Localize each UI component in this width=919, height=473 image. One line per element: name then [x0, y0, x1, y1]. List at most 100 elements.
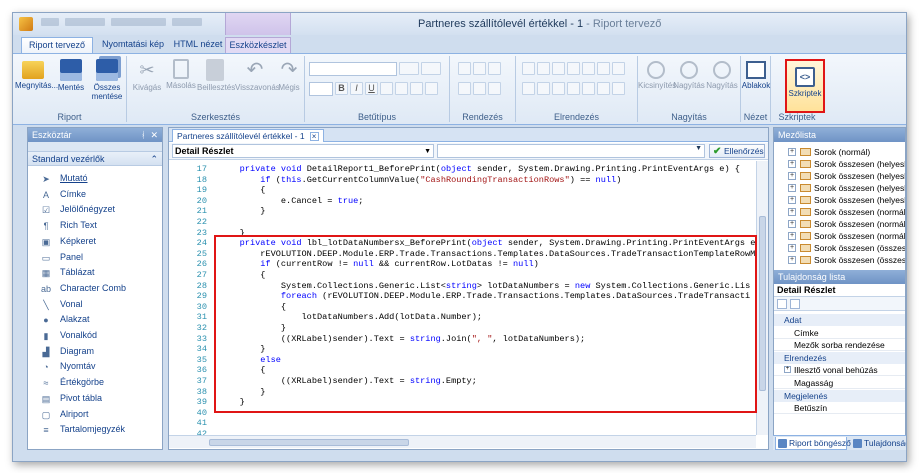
layout-tool-1-icon[interactable]: [522, 62, 535, 75]
layout-tool-3-icon[interactable]: [552, 62, 565, 75]
justify-icon[interactable]: [425, 82, 438, 95]
toolbox-scroll-up[interactable]: [28, 142, 162, 152]
property-row[interactable]: Címke: [774, 327, 905, 339]
copy-button[interactable]: Másolás: [163, 59, 199, 105]
layout-tool-12-icon[interactable]: [582, 82, 595, 95]
tab-nyomtatasi-kep[interactable]: Nyomtatási kép: [97, 37, 169, 53]
object-select[interactable]: Detail Részlet ▼: [172, 144, 434, 158]
toolbox-item[interactable]: ▭ Panel: [28, 250, 162, 265]
layout-tool-10-icon[interactable]: [552, 82, 565, 95]
app-logo-icon[interactable]: [19, 17, 33, 31]
scripts-button[interactable]: <> Szkriptek: [785, 59, 825, 113]
layout-tool-13-icon[interactable]: [597, 82, 610, 95]
toolbox-item[interactable]: ¶ Rich Text: [28, 218, 162, 233]
open-button[interactable]: Megnyitás...: [15, 59, 58, 105]
toolbox-item[interactable]: ☑ Jelölőnégyzet: [28, 202, 162, 217]
size-to-grid-icon[interactable]: [488, 82, 501, 95]
layout-tool-2-icon[interactable]: [537, 62, 550, 75]
code-line[interactable]: if (this.GetCurrentColumnValue("CashRoun…: [219, 175, 621, 186]
check-button[interactable]: ✔ Ellenőrzés: [709, 144, 765, 158]
layout-tool-4-icon[interactable]: [567, 62, 580, 75]
expand-icon[interactable]: +: [788, 256, 796, 264]
toolbox-item[interactable]: ▟ Diagram: [28, 344, 162, 359]
pin-icon[interactable]: ᚮ: [141, 128, 146, 142]
expand-icon[interactable]: +: [788, 196, 796, 204]
bring-front-icon[interactable]: [458, 62, 471, 75]
code-line[interactable]: {: [219, 185, 265, 196]
tab-riport-tervezo[interactable]: Riport tervező: [21, 37, 93, 53]
expand-icon[interactable]: +: [788, 160, 796, 168]
sort-alpha-icon[interactable]: [790, 299, 800, 309]
toolbox-group-header[interactable]: Standard vezérlők ⌃: [28, 152, 162, 166]
layout-tool-5-icon[interactable]: [582, 62, 595, 75]
layout-tool-7-icon[interactable]: [612, 62, 625, 75]
expand-icon[interactable]: +: [788, 184, 796, 192]
tab-document[interactable]: Partneres szállítólevél értékkel - 1 ×: [172, 129, 324, 142]
toolbox-item[interactable]: ◔ Nyomtáv: [28, 359, 162, 374]
group-icon[interactable]: [458, 82, 471, 95]
tab-html-nezet[interactable]: HTML nézet: [173, 37, 223, 53]
tab-eszkozkeszlet[interactable]: Eszközkészlet: [225, 37, 291, 53]
toolbox-item[interactable]: ▮ Vonalkód: [28, 328, 162, 343]
property-selection[interactable]: Detail Részlet: [774, 284, 905, 297]
align-center-icon[interactable]: [395, 82, 408, 95]
undo-button[interactable]: ↶ Visszavonás: [235, 59, 280, 105]
toolbox-item[interactable]: A Címke: [28, 187, 162, 202]
property-row[interactable]: Magasság: [774, 377, 905, 389]
highlight-color-icon[interactable]: [399, 62, 419, 75]
ungroup-icon[interactable]: [473, 82, 486, 95]
paste-button[interactable]: Beillesztés: [197, 59, 235, 105]
align-grid-icon[interactable]: [488, 62, 501, 75]
toolbox-item[interactable]: ╲ Vonal: [28, 297, 162, 312]
scrollbar-thumb[interactable]: [759, 216, 766, 391]
expand-icon[interactable]: +: [788, 148, 796, 156]
toolbox-item[interactable]: ≈ Értékgörbe: [28, 375, 162, 390]
windows-button[interactable]: Ablakok: [739, 59, 773, 105]
layout-tool-14-icon[interactable]: [612, 82, 625, 95]
toolbox-item[interactable]: ▤ Pivot tábla: [28, 391, 162, 406]
toolbox-item[interactable]: ▢ Alriport: [28, 407, 162, 422]
layout-tool-9-icon[interactable]: [537, 82, 550, 95]
property-row[interactable]: + Illesztő vonal behúzás: [774, 364, 905, 377]
italic-icon[interactable]: I: [350, 82, 363, 95]
font-size-combo[interactable]: [309, 82, 333, 96]
categorized-icon[interactable]: [777, 299, 787, 309]
font-name-combo[interactable]: [309, 62, 397, 76]
zoom-button[interactable]: Nagyítás: [672, 59, 706, 105]
property-row[interactable]: Betűszín: [774, 402, 905, 415]
cut-button[interactable]: ✂ Kivágás: [129, 59, 165, 105]
align-left-icon[interactable]: [380, 82, 393, 95]
scrollbar-thumb[interactable]: [209, 439, 409, 446]
toolbox-item[interactable]: ab Character Comb: [28, 281, 162, 296]
redo-button[interactable]: ↷ Mégis: [275, 59, 303, 105]
code-line[interactable]: private void DetailReport1_BeforePrint(o…: [219, 164, 740, 175]
close-icon[interactable]: ✕: [150, 128, 158, 142]
vertical-scrollbar[interactable]: [756, 161, 768, 435]
bold-icon[interactable]: B: [335, 82, 348, 95]
tab-tulajdonsag[interactable]: Tulajdonság: [851, 437, 906, 450]
toolbox-item[interactable]: ▦ Táblázat: [28, 265, 162, 280]
align-right-icon[interactable]: [410, 82, 423, 95]
toolbox-item[interactable]: ➤ Mutató: [28, 171, 162, 186]
close-icon[interactable]: ×: [309, 132, 319, 141]
underline-icon[interactable]: U: [365, 82, 378, 95]
toolbox-item[interactable]: ▣ Képkeret: [28, 234, 162, 249]
expand-icon[interactable]: +: [788, 220, 796, 228]
chevron-up-icon[interactable]: ⌃: [150, 152, 158, 166]
horizontal-scrollbar[interactable]: [169, 435, 756, 448]
layout-tool-11-icon[interactable]: [567, 82, 580, 95]
toolbox-item[interactable]: ● Alakzat: [28, 312, 162, 327]
toolbox-item[interactable]: ≡ Tartalomjegyzék: [28, 422, 162, 437]
tab-riport-bongeszo[interactable]: Riport böngésző: [775, 437, 851, 450]
save-all-button[interactable]: Összes mentése: [89, 59, 125, 105]
expand-icon[interactable]: +: [788, 232, 796, 240]
layout-tool-8-icon[interactable]: [522, 82, 535, 95]
layout-tool-6-icon[interactable]: [597, 62, 610, 75]
save-button[interactable]: Mentés: [53, 59, 89, 105]
font-color-icon[interactable]: [421, 62, 441, 75]
zoom-in-button[interactable]: Nagyítás: [704, 59, 740, 105]
expand-icon[interactable]: +: [788, 208, 796, 216]
property-row[interactable]: Mezők sorba rendezése: [774, 339, 905, 352]
code-line[interactable]: e.Cancel = true;: [219, 196, 364, 207]
expand-icon[interactable]: +: [788, 172, 796, 180]
